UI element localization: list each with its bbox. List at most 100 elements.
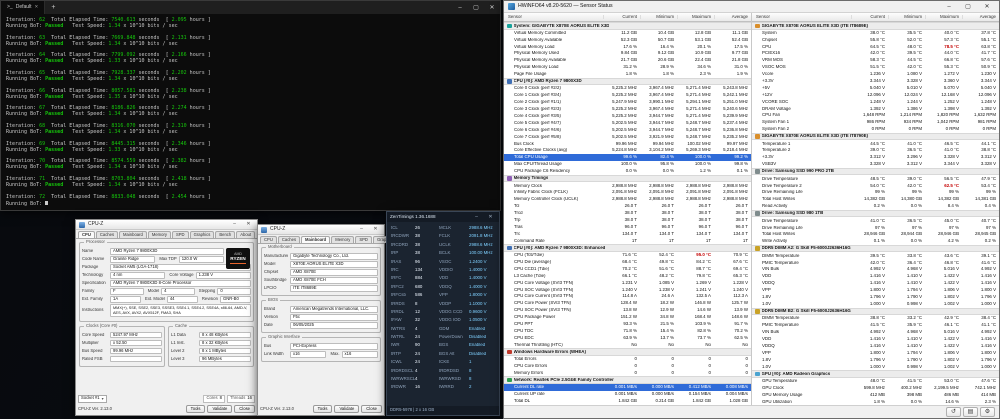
sensor-row[interactable]: Drive Temperature48.5 °C39.0 °C56.5 °C47…	[752, 175, 999, 182]
tab-spd[interactable]: SPD	[355, 236, 372, 243]
sensor-row[interactable]: 1.8V1.796 V1.790 V1.802 V1.796 V	[752, 356, 999, 363]
sensor-row[interactable]: CPU Core Current (SVI3 TFN)114.8 A24.6 A…	[504, 293, 751, 300]
sensor-row[interactable]: CPU Core Errors0000	[504, 363, 751, 370]
sensor-group-header[interactable]: CPU [#0]: AMD Ryzen 7 9800X3D	[504, 78, 751, 86]
sensor-row[interactable]: Memory Controller Clock (UCLK)2,988.8 MH…	[504, 196, 751, 203]
minimize-button[interactable]: –	[356, 227, 367, 232]
sensor-row[interactable]: Total Host Writes14,382 GB14,380 GB14,38…	[752, 196, 999, 203]
tab-cpu[interactable]: CPU	[78, 231, 95, 238]
sensor-row[interactable]: Physical Memory Available21.7 GB20.6 GB2…	[504, 57, 751, 64]
sensor-row[interactable]: Drive Remaining Life97 %97 %97 %97 %	[752, 224, 999, 231]
column-header[interactable]: Current	[603, 15, 640, 19]
sensor-group-header[interactable]: Drive: Samsung SSD 990 PRO 2TB	[752, 168, 999, 176]
close-button[interactable]: ✕	[485, 215, 496, 220]
sensor-group-header[interactable]: GPU [#0]: AMD Radeon Graphics	[752, 370, 999, 378]
hwinfo-titlebar[interactable]: HWiNFO64 v8.20-5620 — Sensor Status – ▢ …	[504, 1, 999, 13]
sensor-row[interactable]: CPU Package Power151.2 W34.8 W168.4 W148…	[504, 314, 751, 321]
sensor-row[interactable]: GPU Clock599.8 MHz400.2 MHz2,199.5 MHz74…	[752, 385, 999, 392]
sensor-row[interactable]: Virtual Memory Available52.3 GB50.7 GB53…	[504, 36, 751, 43]
cpuz2-titlebar[interactable]: CPU-Z – ✕	[258, 225, 384, 235]
sensor-row[interactable]: VCORE SOC1.248 V1.244 V1.252 V1.248 V	[752, 98, 999, 105]
sensor-row[interactable]: Trc134.0 T134.0 T134.0 T134.0 T	[504, 231, 751, 238]
sensor-row[interactable]: PMIC Temperature41.5 °C35.9 °C46.1 °C41.…	[752, 322, 999, 329]
close-button[interactable]: ✕	[243, 222, 254, 227]
sensor-row[interactable]: Virtual Memory Load17.6 %16.4 %20.1 %17.…	[504, 43, 751, 50]
close-button[interactable]: ✕	[484, 5, 500, 11]
column-header-sensor[interactable]: Sensor	[504, 15, 603, 19]
sensor-row[interactable]: Core 4 Clock (perf #3/5)5,225.2 MHz3,944…	[504, 113, 751, 120]
tab-spd[interactable]: SPD	[172, 231, 189, 238]
column-header[interactable]: Average	[714, 15, 751, 19]
tab-cpu[interactable]: CPU	[260, 236, 277, 243]
sensor-row[interactable]: Memory Clock2,988.8 MHz2,988.8 MHz2,988.…	[504, 182, 751, 189]
sensor-row[interactable]: CPU Fan1,648 RPM1,214 RPM1,820 RPM1,632 …	[752, 112, 999, 119]
tab-graphics[interactable]: Graphics	[190, 231, 215, 238]
sensor-row[interactable]: CPU EDC63.9 %13.7 %73.7 %62.5 %	[504, 335, 751, 342]
validate-button[interactable]: Validate	[334, 405, 359, 414]
column-header[interactable]: Maximum	[925, 15, 962, 19]
reset-values-icon[interactable]: ↺	[946, 407, 961, 417]
sensor-row[interactable]: Trp38.0 T38.0 T38.0 T38.0 T	[504, 217, 751, 224]
sensor-row[interactable]: VRM MOS58.3 °C44.5 °C66.8 °C57.6 °C	[752, 57, 999, 64]
sensor-row[interactable]: CPU Core Power (SVI3 TFN)128.4 W18.2 W14…	[504, 300, 751, 307]
sensor-group-header[interactable]: Windows Hardware Errors (WHEA)	[504, 348, 751, 356]
sensor-row[interactable]: Core 0 Clock (perf #2/2)5,225.2 MHz3,967…	[504, 85, 751, 92]
sensor-row[interactable]: +5V5.040 V5.010 V5.070 V5.040 V	[752, 85, 999, 92]
sensor-group-header[interactable]: Network: Realtek PCIe 2.5GbE Family Cont…	[504, 376, 751, 384]
sensor-row[interactable]: Write Activity0.1 %0.0 %4.2 %0.2 %	[752, 238, 999, 245]
column-header[interactable]: Minimum	[888, 15, 925, 19]
tab-about[interactable]: About	[236, 231, 255, 238]
sensor-row[interactable]: Tras96.0 T96.0 T96.0 T96.0 T	[504, 224, 751, 231]
sensor-group-header[interactable]: Memory Timings	[504, 175, 751, 183]
sensor-row[interactable]: Core 5 Clock (perf #4/7)5,202.5 MHz3,944…	[504, 120, 751, 127]
close-button[interactable]: ✕	[979, 4, 995, 10]
sensor-row[interactable]: Core 7 Clock (perf #5/8)5,202.5 MHz3,921…	[504, 133, 751, 140]
sensor-row[interactable]: L3 Cache (Tdie)66.1 °C48.2 °C79.8 °C65.3…	[504, 273, 751, 280]
sensor-row[interactable]: VPP1.800 V1.794 V1.806 V1.800 V	[752, 350, 999, 357]
sensor-row[interactable]: Trcd38.0 T38.0 T38.0 T38.0 T	[504, 210, 751, 217]
sensor-row[interactable]: CPU64.5 °C48.0 °C78.5 °C63.8 °C	[752, 43, 999, 50]
sensor-row[interactable]: Page File Usage1.8 %1.8 %2.3 %1.9 %	[504, 71, 751, 78]
terminal-tab[interactable]: >_ Default ✕	[1, 1, 45, 14]
sensor-row[interactable]: CPU (Tctl/Tdie)71.6 °C52.4 °C95.0 °C70.9…	[504, 252, 751, 259]
sensor-row[interactable]: CPU Core Voltage (SVI3 TFN)1.231 V1.085 …	[504, 279, 751, 286]
tab-close-icon[interactable]: ✕	[35, 5, 39, 10]
sensor-row[interactable]: 1.8V1.796 V1.790 V1.802 V1.796 V	[752, 294, 999, 301]
sensor-row[interactable]: Total Errors0000	[504, 356, 751, 363]
cpuz1-titlebar[interactable]: CPU-Z – ✕	[76, 220, 257, 230]
sensor-row[interactable]: GPU Temperature48.0 °C41.5 °C53.0 °C47.6…	[752, 378, 999, 385]
sensor-row[interactable]: CPU CCD1 (Tdie)70.2 °C51.6 °C88.7 °C69.4…	[504, 266, 751, 273]
sensor-row[interactable]: GPU Memory Usage412 MB398 MB486 MB414 MB	[752, 391, 999, 398]
sensor-group-header[interactable]: Drive: Samsung SSD 980 1TB	[752, 210, 999, 218]
tab-bench[interactable]: Bench	[215, 231, 235, 238]
sensor-row[interactable]: VSB3V3.328 V3.312 V3.344 V3.328 V	[752, 161, 999, 168]
sensor-row[interactable]: Memory Errors0000	[504, 370, 751, 377]
sensor-row[interactable]: Bus Clock99.96 MHz99.94 MHz100.02 MHz99.…	[504, 140, 751, 147]
tools-button[interactable]: Tools	[186, 405, 206, 414]
sensor-row[interactable]: VDD1.416 V1.410 V1.422 V1.416 V	[752, 336, 999, 343]
sensor-row[interactable]: Total DL1.842 GB0.214 GB1.842 GB1.028 GB	[504, 398, 751, 405]
sensor-row[interactable]: 1.0V1.000 V0.998 V1.002 V1.000 V	[752, 301, 999, 308]
sensor-row[interactable]: 1.0V1.000 V0.998 V1.002 V1.000 V	[752, 363, 999, 370]
sensor-row[interactable]: VPP1.800 V1.794 V1.806 V1.800 V	[752, 287, 999, 294]
tab-mainboard[interactable]: Mainboard	[119, 231, 147, 238]
sensor-row[interactable]: PMIC Temperature42.0 °C36.4 °C46.8 °C41.…	[752, 259, 999, 266]
sensor-row[interactable]: System Fan 20 RPM0 RPM0 RPM0 RPM	[752, 126, 999, 133]
sensor-row[interactable]: Drive Remaining Life99 %99 %99 %99 %	[752, 189, 999, 196]
sensor-row[interactable]: +3.3V3.312 V3.296 V3.328 V3.312 V	[752, 154, 999, 161]
sensor-row[interactable]: Current DL rate0.001 MB/s0.000 MB/s0.412…	[504, 384, 751, 391]
tab-memory[interactable]: Memory	[331, 236, 354, 243]
sensor-row[interactable]: CPU PPT93.3 %21.5 %103.9 %91.7 %	[504, 321, 751, 328]
sensor-row[interactable]: Physical Memory Used9.84 GB9.12 GB10.9 G…	[504, 50, 751, 57]
sensor-row[interactable]: VSOC MOS51.5 °C42.0 °C55.3 °C50.9 °C	[752, 64, 999, 71]
sensor-row[interactable]: VIN Bulk4.992 V4.968 V5.016 V4.992 V	[752, 266, 999, 273]
sensor-group-header[interactable]: System: GIGABYTE X870E AORUS ELITE X3D	[504, 22, 751, 30]
sensor-row[interactable]: VDDQ1.416 V1.410 V1.422 V1.416 V	[752, 343, 999, 350]
sensor-row[interactable]: CPU Package C6 Residency0.0 %0.0 %1.2 %0…	[504, 168, 751, 175]
column-header[interactable]: Average	[962, 15, 999, 19]
sensor-row[interactable]: GPU Utilization1.8 %0.0 %14.6 %2.3 %	[752, 398, 999, 405]
sensor-row[interactable]: +12V12.096 V12.024 V12.168 V12.096 V	[752, 92, 999, 99]
sensor-group-header[interactable]: GIGABYTE X870E AORUS ELITE X3D (ITE IT86…	[752, 22, 999, 30]
sensor-row[interactable]: Drive Temperature41.0 °C36.5 °C45.0 °C40…	[752, 217, 999, 224]
sensor-row[interactable]: Tcl26.0 T26.0 T26.0 T26.0 T	[504, 203, 751, 210]
